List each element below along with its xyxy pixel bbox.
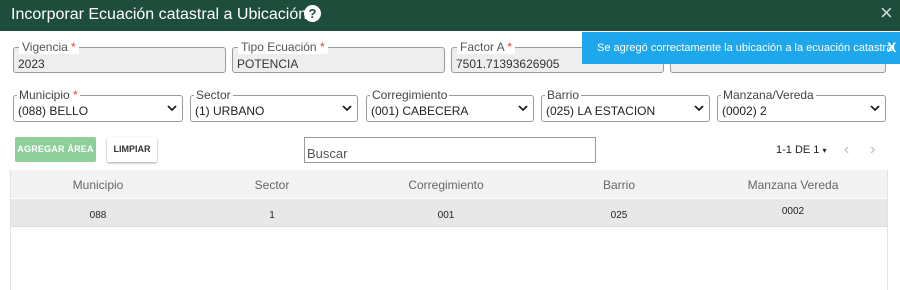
column-header-corregimiento[interactable]: Corregimiento <box>408 178 483 192</box>
manzana-vereda-select[interactable]: Manzana/Vereda (0002) 2 <box>717 88 886 122</box>
dialog-titlebar: Incorporar Ecuación catastral a Ubicació… <box>0 0 900 31</box>
chevron-down-icon <box>694 105 704 112</box>
sector-select[interactable]: Sector (1) URBANO <box>190 88 358 122</box>
search-input[interactable] <box>304 137 596 163</box>
corregimiento-label: Corregimiento <box>370 88 450 102</box>
column-header-manzana-vereda[interactable]: Manzana Vereda <box>748 178 839 192</box>
pagination-range[interactable]: 1-1 DE 1 ▾ <box>776 144 827 156</box>
corregimiento-select[interactable]: Corregimiento (001) CABECERA <box>366 88 534 122</box>
sector-value: (1) URBANO <box>195 104 265 118</box>
cell-barrio: 025 <box>610 210 628 221</box>
cell-sector: 1 <box>269 210 275 221</box>
column-header-barrio[interactable]: Barrio <box>603 178 635 192</box>
pagination-label: 1-1 DE 1 <box>776 144 820 156</box>
chevron-down-icon <box>518 105 528 112</box>
manzana-vereda-label: Manzana/Vereda <box>721 88 816 102</box>
barrio-label: Barrio <box>545 88 582 102</box>
tipo-ecuacion-label: Tipo Ecuación * <box>238 40 328 54</box>
toast-close-icon[interactable]: X <box>887 39 896 55</box>
close-icon[interactable]: × <box>880 1 893 25</box>
cell-municipio: 088 <box>89 210 107 221</box>
chevron-right-icon[interactable]: › <box>870 141 875 159</box>
toast-message: Se agregó correctamente la ubicación a l… <box>597 42 895 54</box>
success-toast: Se agregó correctamente la ubicación a l… <box>582 32 900 64</box>
chevron-left-icon[interactable]: ‹ <box>844 141 849 159</box>
vigencia-value: 2023 <box>18 57 45 71</box>
cell-manzana-vereda: 0002 <box>781 206 805 217</box>
factor-a-label: Factor A * <box>457 40 516 54</box>
limpiar-button[interactable]: LIMPIAR <box>107 137 157 162</box>
table-header: Municipio Sector Corregimiento Barrio Ma… <box>11 170 887 198</box>
tipo-ecuacion-value: POTENCIA <box>237 57 299 71</box>
help-icon[interactable]: ? <box>304 5 321 22</box>
barrio-select[interactable]: Barrio (025) LA ESTACION <box>541 88 710 122</box>
column-header-sector[interactable]: Sector <box>255 178 290 192</box>
column-header-municipio[interactable]: Municipio <box>73 178 124 192</box>
tipo-ecuacion-field[interactable]: Tipo Ecuación * POTENCIA <box>232 40 445 73</box>
sector-label: Sector <box>194 88 233 102</box>
table-row[interactable]: 088 1 001 025 0002 <box>11 199 887 227</box>
chevron-down-icon <box>342 105 352 112</box>
factor-a-value: 7501.71393626905 <box>456 57 560 71</box>
municipio-label: Municipio * <box>17 88 80 102</box>
barrio-value: (025) LA ESTACION <box>546 104 656 118</box>
municipio-value: (088) BELLO <box>18 104 89 118</box>
caret-down-icon: ▾ <box>822 146 827 155</box>
cell-corregimiento: 001 <box>437 210 455 221</box>
chevron-down-icon <box>167 105 177 112</box>
manzana-vereda-value: (0002) 2 <box>722 104 767 118</box>
corregimiento-value: (001) CABECERA <box>371 104 469 118</box>
vigencia-label: Vigencia * <box>19 40 79 54</box>
chevron-down-icon <box>870 105 880 112</box>
ubicaciones-table: Municipio Sector Corregimiento Barrio Ma… <box>10 170 888 290</box>
municipio-select[interactable]: Municipio * (088) BELLO <box>13 88 183 122</box>
dialog-title: Incorporar Ecuación catastral a Ubicació… <box>11 6 308 23</box>
vigencia-field[interactable]: Vigencia * 2023 <box>13 40 226 73</box>
agregar-area-button[interactable]: AGREGAR ÁREA <box>15 137 96 162</box>
